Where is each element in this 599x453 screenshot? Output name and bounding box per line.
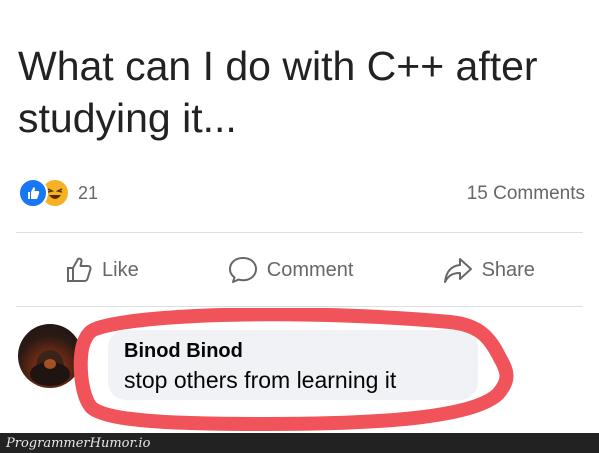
speech-bubble-icon bbox=[227, 255, 259, 285]
watermark-label: ProgrammerHumor.io bbox=[6, 435, 151, 451]
like-label: Like bbox=[102, 258, 139, 281]
comment-label: Comment bbox=[266, 258, 354, 281]
divider-top bbox=[16, 232, 583, 233]
like-reaction-icon bbox=[18, 178, 48, 208]
comment-bubble[interactable]: Binod Binod stop others from learning it bbox=[108, 330, 478, 400]
reactions-summary[interactable]: 21 bbox=[18, 178, 98, 208]
thumbs-up-icon bbox=[64, 255, 94, 285]
reaction-count: 21 bbox=[78, 182, 99, 203]
comment-item: Binod Binod stop others from learning it bbox=[18, 320, 599, 420]
divider-bottom bbox=[16, 306, 583, 307]
post-text: What can I do with C++ after studying it… bbox=[18, 43, 538, 141]
comment-text: stop others from learning it bbox=[124, 367, 397, 393]
post-action-bar: Like Comment Share bbox=[0, 248, 599, 292]
share-label: Share bbox=[481, 258, 535, 281]
watermark-bar: ProgrammerHumor.io bbox=[0, 433, 599, 453]
share-arrow-icon bbox=[442, 255, 474, 285]
share-button[interactable]: Share bbox=[442, 255, 535, 285]
comment-author[interactable]: Binod Binod bbox=[124, 340, 462, 363]
comment-button[interactable]: Comment bbox=[227, 255, 354, 285]
like-button[interactable]: Like bbox=[64, 255, 139, 285]
comments-count-link[interactable]: 15 Comments bbox=[467, 183, 585, 205]
commenter-avatar[interactable] bbox=[18, 324, 82, 388]
